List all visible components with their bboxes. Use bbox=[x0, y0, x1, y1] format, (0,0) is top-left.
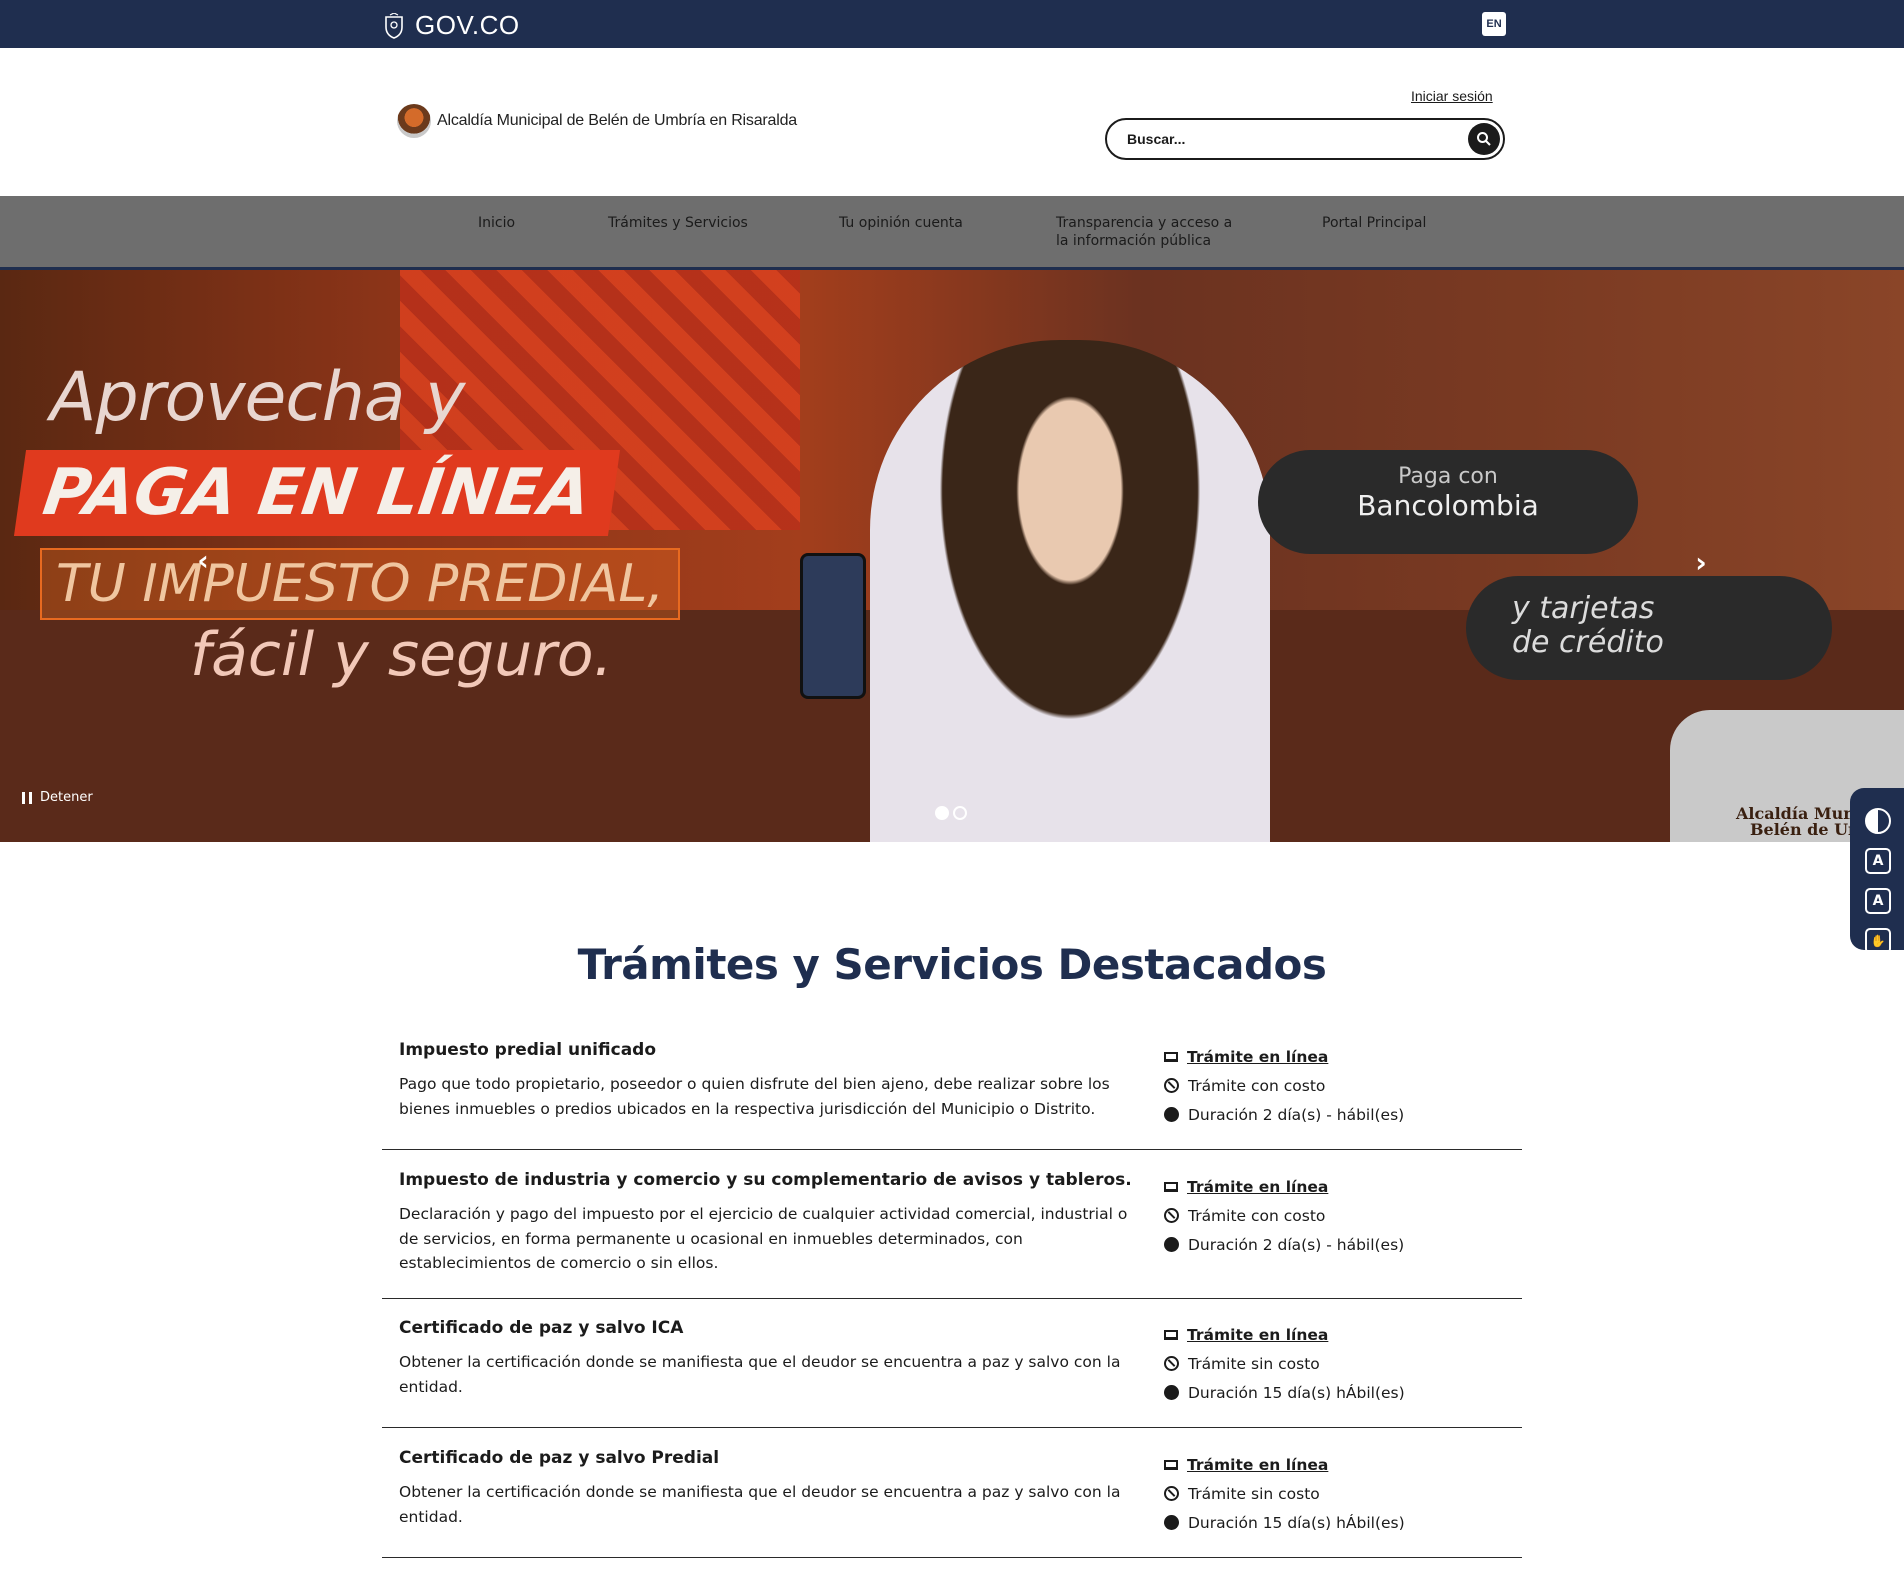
cost-icon bbox=[1164, 1486, 1179, 1501]
hero-line-1: Aprovecha y bbox=[50, 358, 465, 437]
online-label[interactable]: Trámite en línea bbox=[1187, 1326, 1328, 1344]
online-procedure-link[interactable]: Trámite en línea bbox=[1164, 1450, 1405, 1479]
gov-co-bar: GOV.CO EN bbox=[0, 0, 1904, 48]
duration-label: Duración 2 día(s) - hábil(es) bbox=[1188, 1105, 1405, 1124]
online-procedure-link[interactable]: Trámite en línea bbox=[1164, 1042, 1404, 1071]
online-procedure-link[interactable]: Trámite en línea bbox=[1164, 1320, 1405, 1349]
pause-icon bbox=[22, 791, 32, 804]
clock-icon bbox=[1164, 1107, 1179, 1122]
search-box bbox=[1105, 118, 1505, 160]
nav-item-tramites[interactable]: Trámites y Servicios bbox=[608, 214, 748, 232]
carousel-next-arrow-icon[interactable]: › bbox=[1686, 548, 1716, 578]
credit-cards-pill: y tarjetas de crédito bbox=[1466, 576, 1832, 680]
laptop-icon bbox=[1164, 1459, 1178, 1470]
cost-icon bbox=[1164, 1078, 1179, 1093]
nav-item-portal[interactable]: Portal Principal bbox=[1322, 214, 1426, 232]
pay-with-text: Paga con bbox=[1398, 464, 1498, 489]
hero-line-4: fácil y seguro. bbox=[190, 620, 613, 690]
service-meta: Trámite en línea Trámite con costo Durac… bbox=[1164, 1042, 1404, 1129]
accessibility-toolbar: A A ✋ bbox=[1850, 788, 1904, 954]
cost-icon bbox=[1164, 1208, 1179, 1223]
service-name[interactable]: Certificado de paz y salvo Predial bbox=[399, 1448, 719, 1468]
online-label[interactable]: Trámite en línea bbox=[1187, 1456, 1328, 1474]
cost-label: Trámite con costo bbox=[1188, 1206, 1326, 1225]
duration-label: Duración 2 día(s) - hábil(es) bbox=[1188, 1235, 1405, 1254]
cost-label: Trámite con costo bbox=[1188, 1076, 1326, 1095]
service-item: Impuesto de industria y comercio y su co… bbox=[382, 1170, 1522, 1299]
carousel-dot-1[interactable] bbox=[935, 806, 949, 820]
nav-item-transparencia[interactable]: Transparencia y acceso a la información … bbox=[1056, 214, 1242, 250]
online-procedure-link[interactable]: Trámite en línea bbox=[1164, 1172, 1404, 1201]
service-item: Impuesto predial unificado Pago que todo… bbox=[382, 1040, 1522, 1150]
carousel-pause-button[interactable]: Detener bbox=[22, 790, 93, 805]
service-description: Declaración y pago del impuesto por el e… bbox=[399, 1205, 1128, 1272]
carousel-dot-2[interactable] bbox=[953, 806, 967, 820]
service-item: Certificado de paz y salvo Predial Obten… bbox=[382, 1448, 1522, 1558]
search-icon bbox=[1477, 132, 1491, 146]
hero-person-image bbox=[870, 340, 1270, 842]
carousel-prev-arrow-icon[interactable]: ‹ bbox=[188, 546, 218, 576]
decrease-text-icon[interactable]: A bbox=[1865, 848, 1891, 874]
cost-label: Trámite sin costo bbox=[1188, 1354, 1320, 1373]
service-name[interactable]: Impuesto de industria y comercio y su co… bbox=[399, 1170, 1132, 1190]
entity-logo[interactable]: Alcaldía Municipal de Belén de Umbría en… bbox=[397, 104, 797, 138]
cards-line-1: y tarjetas bbox=[1512, 591, 1655, 626]
cost-info: Trámite con costo bbox=[1164, 1071, 1404, 1100]
main-nav: Inicio Trámites y Servicios Tu opinión c… bbox=[0, 196, 1904, 270]
language-button[interactable]: EN bbox=[1482, 12, 1506, 36]
service-name[interactable]: Impuesto predial unificado bbox=[399, 1040, 656, 1060]
cost-info: Trámite con costo bbox=[1164, 1201, 1404, 1230]
section-title: Trámites y Servicios Destacados bbox=[577, 940, 1327, 989]
clock-icon bbox=[1164, 1385, 1179, 1400]
colombia-shield-icon bbox=[385, 12, 403, 39]
service-meta: Trámite en línea Trámite sin costo Durac… bbox=[1164, 1320, 1405, 1407]
duration-label: Duración 15 día(s) hÁbil(es) bbox=[1188, 1513, 1405, 1532]
service-item: Certificado de paz y salvo ICA Obtener l… bbox=[382, 1318, 1522, 1428]
clock-icon bbox=[1164, 1515, 1179, 1530]
duration-info: Duración 15 día(s) hÁbil(es) bbox=[1164, 1378, 1405, 1407]
service-meta: Trámite en línea Trámite con costo Durac… bbox=[1164, 1172, 1404, 1259]
nav-item-inicio[interactable]: Inicio bbox=[478, 214, 515, 232]
hero-carousel: Aprovecha y PAGA EN LÍNEA TU IMPUESTO PR… bbox=[0, 270, 1904, 842]
login-link[interactable]: Iniciar sesión bbox=[1411, 88, 1493, 104]
duration-info: Duración 15 día(s) hÁbil(es) bbox=[1164, 1508, 1405, 1537]
duration-info: Duración 2 día(s) - hábil(es) bbox=[1164, 1230, 1404, 1259]
bank-name-text: Bancolombia bbox=[1357, 489, 1539, 522]
cost-label: Trámite sin costo bbox=[1188, 1484, 1320, 1503]
online-label[interactable]: Trámite en línea bbox=[1187, 1178, 1328, 1196]
laptop-icon bbox=[1164, 1051, 1178, 1062]
laptop-icon bbox=[1164, 1329, 1178, 1340]
municipal-seal-icon bbox=[397, 104, 431, 138]
search-input[interactable] bbox=[1127, 128, 1447, 150]
hero-line-2: PAGA EN LÍNEA bbox=[13, 450, 620, 536]
cost-info: Trámite sin costo bbox=[1164, 1349, 1405, 1378]
badge-text-2: Belén de Um bbox=[1750, 820, 1865, 839]
duration-info: Duración 2 día(s) - hábil(es) bbox=[1164, 1100, 1404, 1129]
contrast-icon[interactable] bbox=[1865, 808, 1891, 834]
service-description: Pago que todo propietario, poseedor o qu… bbox=[399, 1075, 1110, 1118]
online-label[interactable]: Trámite en línea bbox=[1187, 1048, 1328, 1066]
cards-line-2: de crédito bbox=[1512, 625, 1664, 660]
increase-text-icon[interactable]: A bbox=[1865, 888, 1891, 914]
service-description: Obtener la certificación donde se manifi… bbox=[399, 1483, 1121, 1526]
clock-icon bbox=[1164, 1237, 1179, 1252]
search-button[interactable] bbox=[1468, 123, 1500, 155]
cost-info: Trámite sin costo bbox=[1164, 1479, 1405, 1508]
pause-label: Detener bbox=[40, 790, 93, 805]
entity-name: Alcaldía Municipal de Belén de Umbría en… bbox=[437, 112, 797, 129]
hero-line-3: TU IMPUESTO PREDIAL, bbox=[40, 548, 680, 620]
gov-co-logo[interactable]: GOV.CO bbox=[383, 10, 520, 41]
hero-phone-image bbox=[800, 553, 866, 699]
service-meta: Trámite en línea Trámite sin costo Durac… bbox=[1164, 1450, 1405, 1537]
duration-label: Duración 15 día(s) hÁbil(es) bbox=[1188, 1383, 1405, 1402]
nav-item-opinion[interactable]: Tu opinión cuenta bbox=[839, 214, 963, 232]
bancolombia-pill: Paga con Bancolombia bbox=[1258, 450, 1638, 554]
laptop-icon bbox=[1164, 1181, 1178, 1192]
gov-co-text: GOV.CO bbox=[415, 10, 520, 40]
carousel-indicators bbox=[935, 806, 967, 820]
service-description: Obtener la certificación donde se manifi… bbox=[399, 1353, 1121, 1396]
service-name[interactable]: Certificado de paz y salvo ICA bbox=[399, 1318, 683, 1338]
cost-icon bbox=[1164, 1356, 1179, 1371]
